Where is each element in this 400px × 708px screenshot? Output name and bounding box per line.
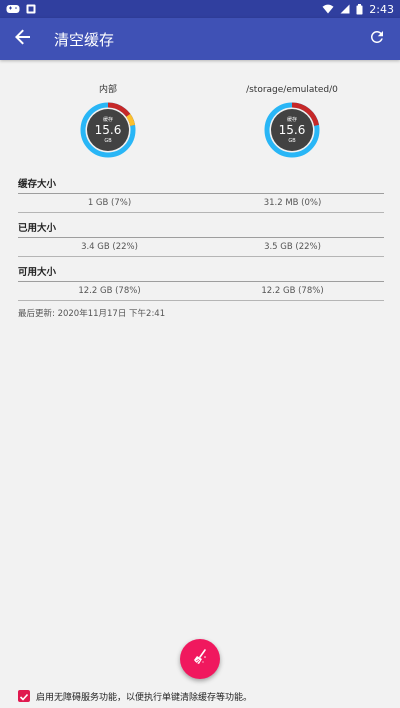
status-time: 2:43: [369, 2, 394, 16]
battery-icon: [356, 3, 363, 15]
ring-center-unit: GB: [104, 138, 112, 144]
divider: [18, 212, 384, 213]
value-internal: 3.4 GB (22%): [81, 242, 138, 252]
signal-icon: [340, 4, 350, 14]
divider: [18, 193, 384, 194]
value-internal: 1 GB (7%): [87, 198, 132, 208]
accessibility-label: 启用无障碍服务功能，以便执行单键清除缓存等功能。: [36, 692, 253, 703]
section-used-size: 已用大小 3.4 GB (22%) 3.5 GB (22%): [18, 222, 384, 257]
volume-label: 内部: [98, 85, 117, 95]
section-values: 12.2 GB (78%) 12.2 GB (78%): [18, 286, 384, 296]
clear-cache-button[interactable]: [180, 639, 220, 679]
section-cache-size: 缓存大小 1 GB (7%) 31.2 MB (0%): [18, 178, 384, 213]
wifi-icon: [322, 4, 334, 14]
ring-center-value: 15.6: [95, 123, 122, 137]
storage-volumes: 内部 缓存 15.6 GB /storage/emulated/0 缓存 15.…: [0, 84, 400, 174]
section-free-size: 可用大小 12.2 GB (78%) 12.2 GB (78%): [18, 266, 384, 301]
volume-internal: 内部 缓存 15.6 GB: [28, 84, 188, 160]
checkmark-icon: [19, 687, 29, 706]
divider: [18, 237, 384, 238]
refresh-icon: [368, 28, 386, 50]
section-values: 1 GB (7%) 31.2 MB (0%): [18, 198, 384, 208]
ring-inner-label: 缓存: [287, 116, 297, 123]
refresh-button[interactable]: [364, 26, 390, 52]
value-emulated: 12.2 GB (78%): [261, 286, 324, 296]
last-updated: 最后更新: 2020年11月17日 下午2:41: [18, 309, 166, 319]
value-internal: 12.2 GB (78%): [78, 286, 141, 296]
arrow-back-icon: [15, 29, 31, 49]
app-bar: 清空缓存: [0, 18, 400, 60]
value-emulated: 31.2 MB (0%): [263, 198, 322, 208]
value-emulated: 3.5 GB (22%): [264, 242, 321, 252]
ring-center-unit: GB: [288, 138, 296, 144]
broom-icon: [191, 648, 209, 670]
ring-inner-label: 缓存: [103, 116, 113, 123]
notification-icon: [26, 4, 36, 14]
section-title: 已用大小: [18, 223, 57, 234]
volume-emulated: /storage/emulated/0 缓存 15.6 GB: [212, 84, 372, 160]
section-values: 3.4 GB (22%) 3.5 GB (22%): [18, 242, 384, 252]
accessibility-checkbox[interactable]: [18, 690, 30, 702]
ring-center-value: 15.6: [279, 123, 306, 137]
status-bar: 2:43: [0, 0, 400, 18]
divider: [18, 300, 384, 301]
divider: [18, 256, 384, 257]
section-title: 缓存大小: [18, 179, 57, 190]
accessibility-option: 启用无障碍服务功能，以便执行单键清除缓存等功能。: [18, 688, 388, 704]
storage-ring-chart: 缓存 15.6 GB: [80, 102, 136, 158]
storage-ring-chart: 缓存 15.6 GB: [264, 102, 320, 158]
page-title: 清空缓存: [54, 30, 115, 49]
volume-label: /storage/emulated/0: [246, 85, 338, 95]
gamepad-icon: [6, 4, 20, 14]
divider: [18, 281, 384, 282]
back-button[interactable]: [10, 26, 36, 52]
section-title: 可用大小: [18, 267, 57, 278]
